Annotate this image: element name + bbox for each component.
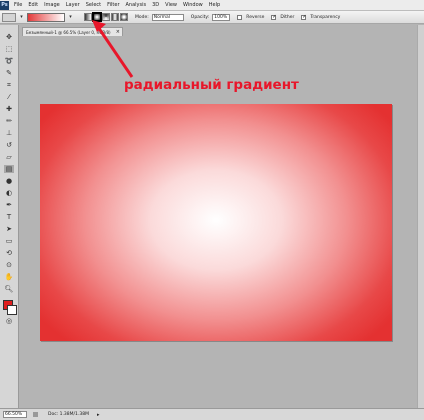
- quick-mask-icon[interactable]: ◎: [4, 317, 14, 325]
- menu-filter[interactable]: Filter: [104, 2, 122, 8]
- status-menu-arrow-icon[interactable]: ▸: [97, 412, 100, 418]
- panel-dock-strip: [417, 25, 424, 408]
- angle-gradient-button[interactable]: [102, 13, 110, 21]
- history-brush-tool-icon[interactable]: ↺: [4, 141, 14, 149]
- menu-analysis[interactable]: Analysis: [123, 2, 150, 8]
- 3d-orbit-tool-icon[interactable]: ⊙: [4, 261, 14, 269]
- transparency-label: Transparency: [310, 14, 341, 20]
- zoom-level-field[interactable]: 66.50%: [3, 411, 27, 418]
- shape-tool-icon[interactable]: ▭: [4, 237, 14, 245]
- brush-tool-icon[interactable]: ✏: [4, 117, 14, 125]
- dither-checkbox[interactable]: [271, 14, 277, 20]
- clone-stamp-tool-icon[interactable]: ⊥: [4, 129, 14, 137]
- dodge-tool-icon[interactable]: ◐: [4, 189, 14, 197]
- menu-help[interactable]: Help: [206, 2, 223, 8]
- menu-image[interactable]: Image: [41, 2, 63, 8]
- status-bar: 66.50% Doc: 1.38M/1.38M ▸: [0, 408, 424, 420]
- background-color-swatch[interactable]: [7, 305, 17, 315]
- menu-select[interactable]: Select: [83, 2, 104, 8]
- document-canvas[interactable]: [40, 104, 392, 341]
- reverse-checkbox[interactable]: [237, 14, 243, 20]
- crop-tool-icon[interactable]: ⌗: [4, 81, 14, 89]
- dither-label: Dither: [280, 14, 295, 20]
- lasso-tool-icon[interactable]: ➰: [4, 57, 14, 65]
- zoom-tool-icon[interactable]: 🔍︎: [4, 285, 14, 293]
- mode-select[interactable]: Normal: [151, 13, 184, 21]
- hand-tool-icon[interactable]: ✋: [4, 273, 14, 281]
- close-icon[interactable]: ×: [116, 28, 120, 36]
- reflected-gradient-button[interactable]: [111, 13, 119, 21]
- chevron-down-icon[interactable]: ▾: [19, 13, 24, 22]
- opacity-input[interactable]: 100%: [212, 13, 231, 21]
- path-selection-tool-icon[interactable]: ➤: [4, 225, 14, 233]
- 3d-rotate-tool-icon[interactable]: ⟲: [4, 249, 14, 257]
- diamond-gradient-button[interactable]: [120, 13, 128, 21]
- photoshop-logo: Ps: [0, 0, 9, 10]
- menu-3d[interactable]: 3D: [149, 2, 162, 8]
- blur-tool-icon[interactable]: ●: [4, 177, 14, 185]
- menu-bar: Ps File Edit Image Layer Select Filter A…: [0, 0, 424, 11]
- menu-file[interactable]: File: [11, 2, 25, 8]
- gradient-editor-swatch[interactable]: [27, 12, 65, 22]
- options-bar: ▾ ▾ Mode: Normal Opacity: 100% Reverse D…: [0, 11, 424, 24]
- status-info-icon[interactable]: [33, 412, 38, 417]
- type-tool-icon[interactable]: T: [4, 213, 14, 221]
- gradient-type-group: [84, 12, 128, 22]
- eyedropper-tool-icon[interactable]: ⁄: [4, 93, 14, 101]
- gradient-tool-icon[interactable]: ▤: [4, 165, 14, 173]
- tool-preset-picker[interactable]: [2, 12, 16, 22]
- tools-panel: ✥ ⬚ ➰ ✎ ⌗ ⁄ ✚ ✏ ⊥ ↺ ▱ ▤ ● ◐ ✒ T ➤ ▭ ⟲ ⊙ …: [0, 25, 19, 408]
- mode-label: Mode:: [135, 14, 149, 20]
- eraser-tool-icon[interactable]: ▱: [4, 153, 14, 161]
- document-size-text: Doc: 1.38M/1.38M: [48, 412, 89, 417]
- pen-tool-icon[interactable]: ✒: [4, 201, 14, 209]
- menu-view[interactable]: View: [162, 2, 180, 8]
- reverse-label: Reverse: [246, 14, 265, 20]
- chevron-down-icon[interactable]: ▾: [68, 13, 73, 22]
- quick-select-tool-icon[interactable]: ✎: [4, 69, 14, 77]
- healing-brush-tool-icon[interactable]: ✚: [4, 105, 14, 113]
- annotation-label: радиальный градиент: [124, 77, 299, 93]
- menu-layer[interactable]: Layer: [63, 2, 83, 8]
- radial-gradient-button[interactable]: [92, 12, 102, 22]
- document-tab[interactable]: Безымянный-1 @ 66.5% (Layer 0, RGB/8) ×: [22, 27, 123, 36]
- menu-edit[interactable]: Edit: [25, 2, 41, 8]
- move-tool-icon[interactable]: ✥: [4, 33, 14, 41]
- opacity-label: Opacity:: [190, 14, 210, 20]
- document-title: Безымянный-1 @ 66.5% (Layer 0, RGB/8): [26, 30, 111, 35]
- menu-window[interactable]: Window: [180, 2, 206, 8]
- marquee-tool-icon[interactable]: ⬚: [4, 45, 14, 53]
- linear-gradient-button[interactable]: [84, 13, 92, 21]
- transparency-checkbox[interactable]: [301, 14, 307, 20]
